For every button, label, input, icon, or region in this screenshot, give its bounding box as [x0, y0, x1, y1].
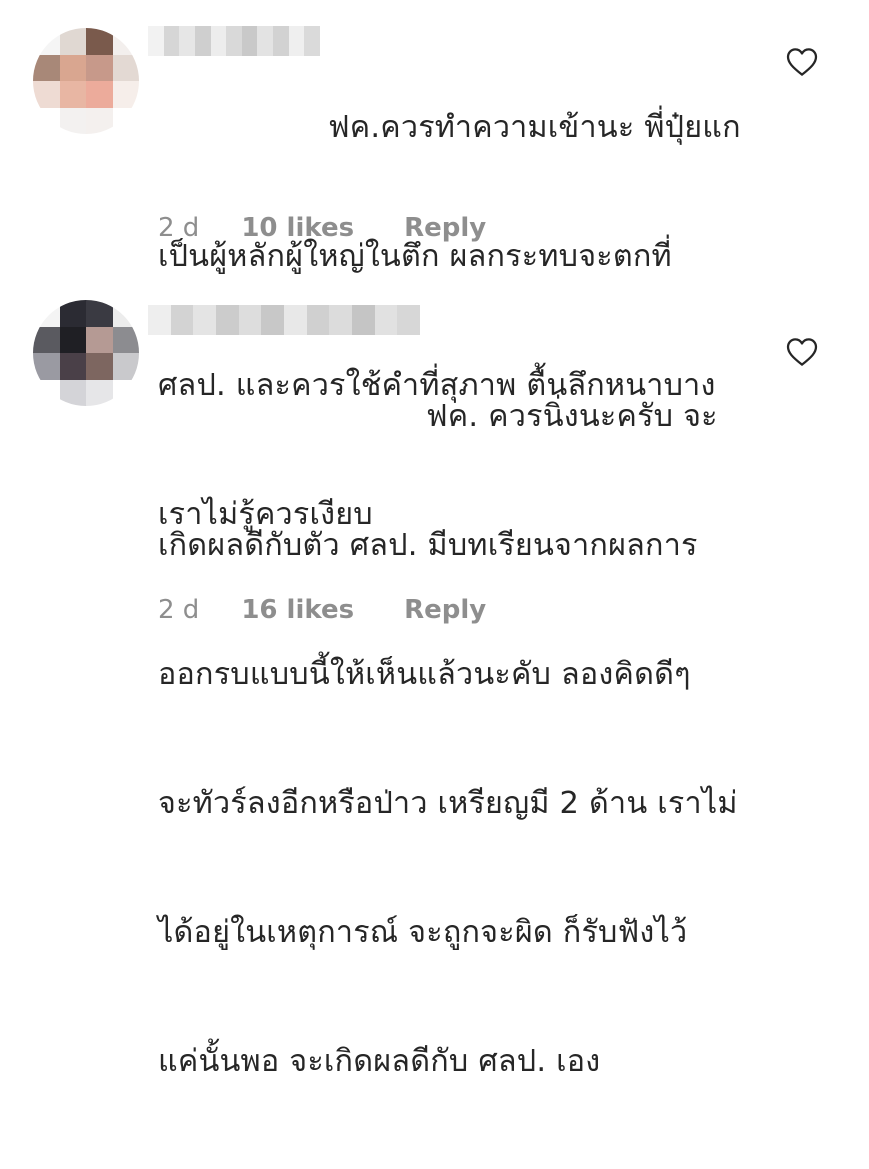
comment-text-line: ฟค. ควรนิ่งนะครับ จะ	[426, 399, 718, 434]
avatar-pixel	[59, 107, 86, 134]
heart-outline-icon[interactable]	[786, 337, 818, 367]
avatar-pixel	[59, 81, 86, 108]
avatar-pixel	[112, 107, 139, 134]
comment-text-line: จะทัวร์ลงอีกหรือป่าว เหรียญมี 2 ด้าน เรา…	[158, 786, 738, 821]
avatar-pixel	[112, 300, 139, 327]
avatar-pixel	[33, 54, 60, 81]
comment-text-line: ฟค.ควรทำความเข้านะ พี่ปุ๋ยแก	[328, 110, 741, 145]
avatar-pixel	[112, 379, 139, 406]
avatar-pixel	[33, 28, 60, 55]
avatar-pixel	[112, 326, 139, 353]
avatar-pixel	[86, 300, 113, 327]
avatar-pixel	[59, 28, 86, 55]
avatar-pixel	[33, 107, 60, 134]
comment-item: ฟค. ควรนิ่งนะครับ จะ เกิดผลดีกับตัว ศลป.…	[0, 280, 869, 1079]
avatar-pixel	[59, 300, 86, 327]
avatar-pixel	[86, 107, 113, 134]
avatar[interactable]	[33, 300, 139, 406]
comment-meta: 2 d 10 likes Reply	[158, 213, 486, 243]
comment-age: 2 d	[158, 213, 200, 243]
heart-outline-icon[interactable]	[786, 47, 818, 77]
avatar-pixel	[86, 28, 113, 55]
avatar-pixel	[33, 300, 60, 327]
avatar-pixel	[86, 326, 113, 353]
comment-text-line: เกิดผลดีกับตัว ศลป. มีบทเรียนจากผลการ	[158, 528, 698, 563]
avatar-pixel	[59, 379, 86, 406]
avatar-pixel	[59, 326, 86, 353]
avatar-pixel	[59, 54, 86, 81]
avatar-pixel	[86, 353, 113, 380]
avatar-pixel	[112, 54, 139, 81]
avatar-pixel	[112, 353, 139, 380]
reply-button[interactable]: Reply	[404, 213, 486, 243]
reply-button[interactable]: Reply	[404, 595, 486, 625]
avatar-pixel	[112, 81, 139, 108]
avatar-pixel	[112, 28, 139, 55]
avatar-pixel	[86, 379, 113, 406]
avatar[interactable]	[33, 28, 139, 134]
avatar-pixel	[86, 54, 113, 81]
comment-text: ฟค. ควรนิ่งนะครับ จะ เกิดผลดีกับตัว ศลป.…	[158, 309, 738, 1169]
comment-meta: 2 d 16 likes Reply	[158, 595, 486, 625]
comment-text-line: ได้อยู่ในเหตุการณ์ จะถูกจะผิด ก็รับฟังไว…	[158, 915, 688, 950]
avatar-pixel	[59, 353, 86, 380]
comment-item: ฟค.ควรทำความเข้านะ พี่ปุ๋ยแก เป็นผู้หลัก…	[0, 0, 869, 532]
comment-text-line: ออกรบแบบนี้ให้เห็นแล้วนะคับ ลองคิดดีๆ	[158, 657, 691, 692]
likes-count-button[interactable]: 16 likes	[241, 595, 354, 625]
comment-age: 2 d	[158, 595, 200, 625]
avatar-pixel	[33, 379, 60, 406]
likes-count-button[interactable]: 10 likes	[241, 213, 354, 243]
avatar-pixel	[33, 326, 60, 353]
avatar-pixel	[33, 353, 60, 380]
comment-text-line: แค่นั้นพอ จะเกิดผลดีกับ ศลป. เอง	[158, 1044, 601, 1079]
avatar-pixel	[33, 81, 60, 108]
avatar-pixel	[86, 81, 113, 108]
